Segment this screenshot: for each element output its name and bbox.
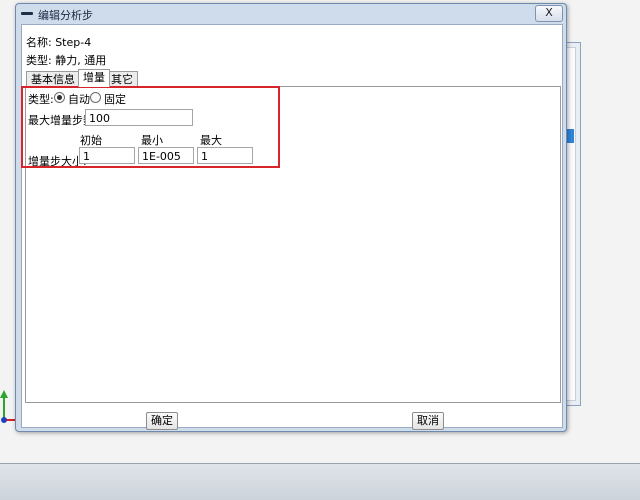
edit-step-dialog: 编辑分析步 X 名称: Step-4 类型: 静力, 通用 基本信息 增量 其它… xyxy=(15,3,567,432)
column-max-label: 最大 xyxy=(200,134,222,147)
tab-other[interactable]: 其它 xyxy=(106,71,138,87)
tab-basic-info[interactable]: 基本信息 xyxy=(26,71,80,87)
increment-size-label: 增量步大小: xyxy=(28,155,87,168)
increment-panel: 类型: 自动 固定 最大增量步数: 100 初始 最小 最大 增量步大小: 1 … xyxy=(21,86,561,403)
step-name-label: 名称: Step-4 xyxy=(26,36,92,49)
radio-fixed-label[interactable]: 固定 xyxy=(104,91,126,107)
close-button[interactable]: X xyxy=(535,5,563,22)
app-icon xyxy=(20,8,34,18)
dialog-body: 名称: Step-4 类型: 静力, 通用 基本信息 增量 其它 类型: 自动 … xyxy=(21,24,563,430)
increment-type-label: 类型: xyxy=(28,93,54,106)
radio-fixed[interactable] xyxy=(90,92,101,103)
radio-automatic[interactable] xyxy=(54,92,65,103)
radio-automatic-label[interactable]: 自动 xyxy=(68,91,90,107)
background-window-marker xyxy=(566,129,574,143)
max-size-input[interactable]: 1 xyxy=(197,147,253,164)
dialog-titlebar[interactable]: 编辑分析步 X xyxy=(16,4,566,23)
cancel-button[interactable]: 取消 xyxy=(412,412,444,430)
ok-button[interactable]: 确定 xyxy=(146,412,178,430)
tab-increment[interactable]: 增量 xyxy=(78,69,110,87)
taskbar xyxy=(0,463,640,500)
step-type-label: 类型: 静力, 通用 xyxy=(26,54,107,67)
max-steps-input[interactable]: 100 xyxy=(85,109,193,126)
min-size-input[interactable]: 1E-005 xyxy=(138,147,194,164)
initial-size-input[interactable]: 1 xyxy=(79,147,135,164)
column-min-label: 最小 xyxy=(141,134,163,147)
dialog-title: 编辑分析步 xyxy=(38,9,93,22)
column-initial-label: 初始 xyxy=(80,134,102,147)
